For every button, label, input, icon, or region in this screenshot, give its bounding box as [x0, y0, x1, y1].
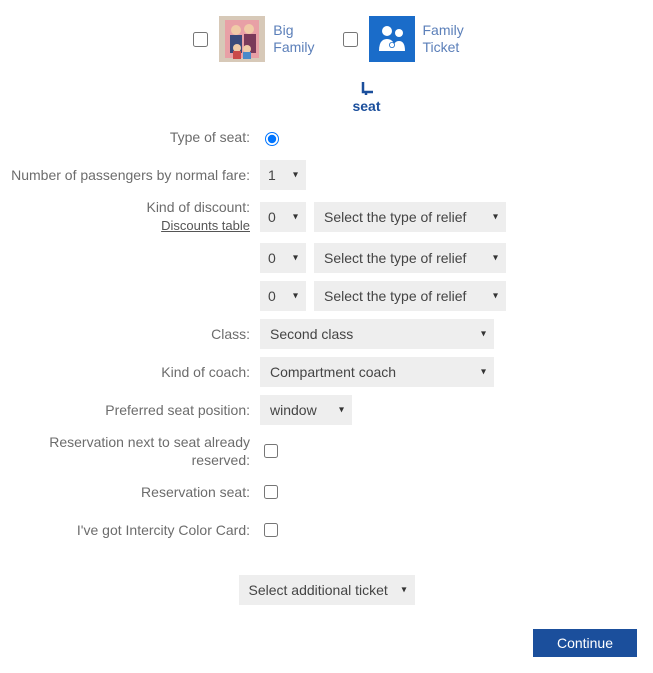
- class-label: Class:: [8, 325, 260, 343]
- discount-type-select-1[interactable]: Select the type of relief: [314, 243, 506, 273]
- big-family-label: Big Family: [273, 22, 314, 56]
- ticket-type-options: Big Family Family: [8, 0, 645, 70]
- big-family-icon: [219, 16, 265, 62]
- reservation-next-label: Reservation next to seat already reserve…: [8, 433, 260, 469]
- color-card-label: I've got Intercity Color Card:: [8, 521, 260, 539]
- discount-type-select-2[interactable]: Select the type of relief: [314, 281, 506, 311]
- discount-count-select-2[interactable]: 0: [260, 281, 306, 311]
- discounts-table-link[interactable]: Discounts table: [161, 218, 250, 233]
- reservation-seat-checkbox[interactable]: [264, 485, 278, 499]
- type-of-seat-radio[interactable]: [265, 132, 279, 146]
- reservation-next-checkbox[interactable]: [264, 444, 278, 458]
- reservation-seat-label: Reservation seat:: [8, 483, 260, 501]
- big-family-checkbox[interactable]: [193, 32, 208, 47]
- family-ticket-icon: [369, 16, 415, 62]
- coach-label: Kind of coach:: [8, 363, 260, 381]
- family-ticket-label: Family Ticket: [423, 22, 464, 56]
- class-select[interactable]: Second class: [260, 319, 494, 349]
- passenger-count-select[interactable]: 1: [260, 160, 306, 190]
- kind-of-discount-label: Kind of discount:: [146, 199, 250, 215]
- discount-count-select-0[interactable]: 0: [260, 202, 306, 232]
- type-of-seat-label: Type of seat:: [8, 128, 260, 146]
- seat-icon: [359, 80, 375, 98]
- color-card-checkbox[interactable]: [264, 523, 278, 537]
- discount-count-select-1[interactable]: 0: [260, 243, 306, 273]
- seat-pref-select[interactable]: window: [260, 395, 352, 425]
- seat-section-header: seat: [48, 80, 653, 114]
- coach-select[interactable]: Compartment coach: [260, 357, 494, 387]
- seat-form: Type of seat: Number of passengers by no…: [8, 122, 645, 605]
- passenger-count-label: Number of passengers by normal fare:: [8, 166, 260, 184]
- option-big-family: Big Family: [189, 16, 314, 62]
- discount-type-select-0[interactable]: Select the type of relief: [314, 202, 506, 232]
- additional-ticket-select[interactable]: Select additional ticket: [239, 575, 415, 605]
- continue-button[interactable]: Continue: [533, 629, 637, 657]
- seat-header-text: seat: [352, 98, 380, 114]
- option-family-ticket: Family Ticket: [339, 16, 464, 62]
- family-ticket-checkbox[interactable]: [343, 32, 358, 47]
- seat-pref-label: Preferred seat position:: [8, 401, 260, 419]
